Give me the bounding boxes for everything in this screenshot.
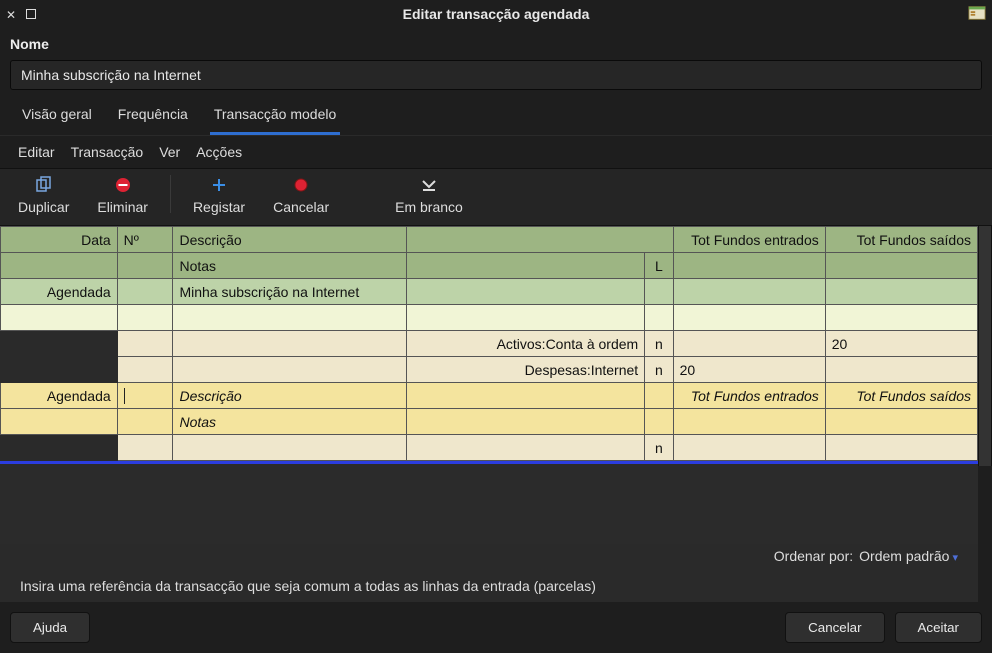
enter-label: Registar: [193, 199, 245, 215]
blank-split-row[interactable]: n: [1, 435, 978, 461]
split1-rec[interactable]: n: [645, 331, 673, 357]
split2-account[interactable]: Despesas:Internet: [406, 357, 644, 383]
split2-out[interactable]: [825, 357, 977, 383]
header-desc: Descrição: [173, 227, 406, 253]
header-num: Nº: [117, 227, 173, 253]
split2-rec[interactable]: n: [645, 357, 673, 383]
maximize-icon[interactable]: [26, 9, 36, 19]
cancel-toolbar-label: Cancelar: [273, 199, 329, 215]
app-icon: [968, 4, 986, 22]
edit-out-cell[interactable]: Tot Fundos saídos: [825, 383, 977, 409]
split1-account[interactable]: Activos:Conta à ordem: [406, 331, 644, 357]
header-date: Data: [1, 227, 118, 253]
sort-value[interactable]: Ordem padrão: [859, 548, 958, 564]
sort-label: Ordenar por:: [774, 548, 853, 564]
edit-desc-cell[interactable]: Descrição: [173, 383, 406, 409]
edit-row-1[interactable]: Agendada Descrição Tot Fundos entrados T…: [1, 383, 978, 409]
header-notes: Notas: [173, 253, 406, 279]
jump-to-blank-icon: [421, 175, 437, 195]
toolbar-separator: [170, 175, 171, 213]
split1-out[interactable]: 20: [825, 331, 977, 357]
table-header-row-1: Data Nº Descrição Tot Fundos entrados To…: [1, 227, 978, 253]
header-blank: [406, 227, 673, 253]
menu-view[interactable]: Ver: [159, 144, 180, 160]
header-rec: L: [645, 253, 673, 279]
blank-label: Em branco: [395, 199, 463, 215]
header-out: Tot Fundos saídos: [825, 227, 977, 253]
tab-overview[interactable]: Visão geral: [18, 98, 96, 135]
duplicate-icon: [35, 175, 53, 195]
titlebar: Editar transacção agendada: [0, 0, 992, 28]
tx-out-cell[interactable]: [825, 279, 977, 305]
vertical-scrollbar[interactable]: [978, 226, 992, 466]
tx-acct-cell[interactable]: [406, 279, 644, 305]
accept-button[interactable]: Aceitar: [895, 612, 982, 643]
edit-row-2[interactable]: Notas: [1, 409, 978, 435]
name-label: Nome: [0, 28, 992, 56]
split2-in[interactable]: 20: [673, 357, 825, 383]
name-input[interactable]: [10, 60, 982, 90]
menu-edit[interactable]: Editar: [18, 144, 55, 160]
close-icon[interactable]: [6, 6, 16, 22]
delete-icon: [115, 175, 131, 195]
sort-control[interactable]: Ordenar por: Ordem padrão: [0, 544, 978, 564]
help-button[interactable]: Ajuda: [10, 612, 90, 643]
tx-desc-cell[interactable]: Minha subscrição na Internet: [173, 279, 406, 305]
tx-row-1[interactable]: Agendada Minha subscrição na Internet: [1, 279, 978, 305]
enter-button[interactable]: Registar: [183, 171, 255, 217]
tab-bar: Visão geral Frequência Transacção modelo: [0, 98, 992, 136]
menubar: Editar Transacção Ver Acções: [0, 136, 992, 168]
tab-template-transaction[interactable]: Transacção modelo: [210, 98, 340, 135]
tx-num-cell[interactable]: [117, 279, 173, 305]
register-table[interactable]: Data Nº Descrição Tot Fundos entrados To…: [0, 226, 978, 461]
tab-frequency[interactable]: Frequência: [114, 98, 192, 135]
duplicate-button[interactable]: Duplicar: [8, 171, 79, 217]
delete-button[interactable]: Eliminar: [87, 171, 158, 217]
split-row-1[interactable]: Activos:Conta à ordem n 20: [1, 331, 978, 357]
split1-in[interactable]: [673, 331, 825, 357]
header-in: Tot Fundos entrados: [673, 227, 825, 253]
duplicate-label: Duplicar: [18, 199, 69, 215]
table-header-row-2: Notas L: [1, 253, 978, 279]
delete-label: Eliminar: [97, 199, 148, 215]
tx-rec-cell[interactable]: [645, 279, 673, 305]
edit-date-cell[interactable]: Agendada: [1, 383, 118, 409]
edit-notes-cell[interactable]: Notas: [173, 409, 406, 435]
menu-transaction[interactable]: Transacção: [71, 144, 144, 160]
tx-notes-cell[interactable]: [173, 305, 406, 331]
blank-rec[interactable]: n: [645, 435, 673, 461]
cancel-button-toolbar[interactable]: Cancelar: [263, 171, 339, 217]
menu-actions[interactable]: Acções: [196, 144, 242, 160]
dialog-button-bar: Ajuda Cancelar Aceitar: [0, 602, 992, 653]
toolbar: Duplicar Eliminar Registar Cancelar Em b…: [0, 168, 992, 226]
plus-icon: [211, 175, 227, 195]
split-row-2[interactable]: Despesas:Internet n 20: [1, 357, 978, 383]
cancel-button[interactable]: Cancelar: [785, 612, 884, 643]
window-title: Editar transacção agendada: [0, 6, 992, 22]
tx-date-cell[interactable]: Agendada: [1, 279, 118, 305]
edit-num-cell[interactable]: [117, 383, 173, 409]
cancel-icon: [293, 175, 309, 195]
edit-in-cell[interactable]: Tot Fundos entrados: [673, 383, 825, 409]
blank-button[interactable]: Em branco: [385, 171, 473, 217]
tx-row-2[interactable]: [1, 305, 978, 331]
tx-in-cell[interactable]: [673, 279, 825, 305]
